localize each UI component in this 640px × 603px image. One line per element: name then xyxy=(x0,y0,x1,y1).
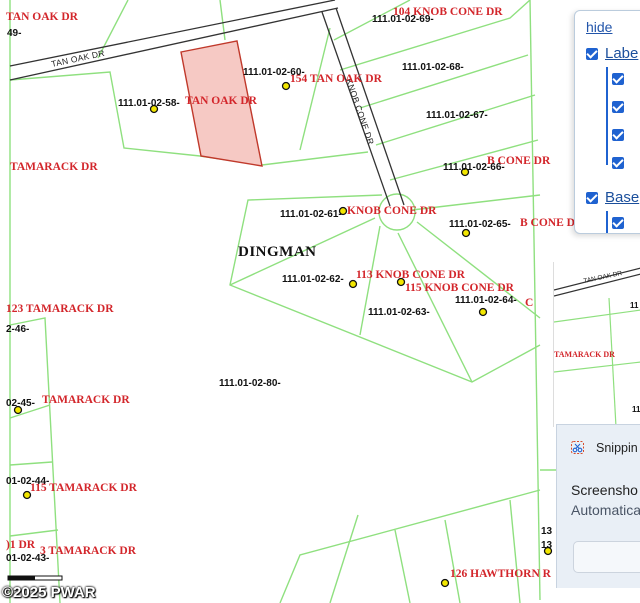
labels-layer-label[interactable]: Labe xyxy=(605,45,638,62)
address-label: 113 KNOB CONE DR xyxy=(356,269,466,281)
mini-map: TAN OAK DR TAMARACK DR 11 11 9- xyxy=(553,262,640,427)
hide-link[interactable]: hide xyxy=(586,19,612,35)
address-label: 115 KNOB CONE DR xyxy=(405,282,515,294)
base-sublayer-checkbox[interactable] xyxy=(612,217,624,229)
parcel-id-label: 13 xyxy=(541,540,553,551)
parcel-id-label: 111.01-02-60- xyxy=(243,67,305,78)
address-point xyxy=(348,279,358,289)
sublayer-checkbox[interactable] xyxy=(612,157,624,169)
parcel-id-label: 111.01-02-67- xyxy=(426,110,488,121)
address-point xyxy=(478,307,488,317)
layer-list-panel: hide Labe Base xyxy=(574,10,640,234)
address-label: 123 TAMARACK DR xyxy=(6,303,114,315)
mini-parcel-id: 11 xyxy=(630,301,639,310)
parcel-id-label: 01-02-44- xyxy=(6,476,49,487)
address-point xyxy=(281,81,291,91)
address-label: TAMARACK DR xyxy=(42,394,130,406)
parcel-id-label: 111.01-02-62- xyxy=(282,274,344,285)
parcel-id-label: 13 xyxy=(541,526,553,537)
address-point xyxy=(461,228,471,238)
sublayer-indicator xyxy=(606,211,608,233)
scale-bar xyxy=(7,575,63,581)
address-label: TAN OAK DR xyxy=(6,11,79,23)
parcel-id-label: 111.01-02-64- xyxy=(455,295,517,306)
parcel-id-label: 02-45- xyxy=(6,398,35,409)
township-label: DINGMAN xyxy=(238,244,317,260)
knob-cone-dr-road: KNOB CONE DR xyxy=(321,7,405,207)
address-label: TAN OAK DR xyxy=(185,95,258,107)
sublayer-checkbox[interactable] xyxy=(612,101,624,113)
parcel-id-label: 01-02-43- xyxy=(6,553,49,564)
address-point xyxy=(440,578,450,588)
mini-road-label: TAN OAK DR xyxy=(583,270,623,285)
address-labels: TAN OAK DR 104 KNOB CONE DR 154 TAN OAK … xyxy=(6,6,584,580)
sublayer-checkbox[interactable] xyxy=(612,129,624,141)
parcel-id-label: 111.01-02-58- xyxy=(118,98,180,109)
notification-subtitle: Automatica xyxy=(571,502,640,518)
scissors-icon xyxy=(571,441,584,454)
address-label: 3 TAMARACK DR xyxy=(40,545,137,557)
sublayer-checkbox[interactable] xyxy=(612,73,624,85)
sublayer-indicator xyxy=(606,67,608,165)
labels-layer-checkbox[interactable] xyxy=(586,48,598,60)
parcel-id-label: 111.01-02-63- xyxy=(368,307,430,318)
parcel-id-label: 49- xyxy=(7,28,21,39)
snipping-tool-notification[interactable]: Snippin Screensho Automatica xyxy=(556,424,640,588)
notification-title: Screensho xyxy=(571,482,638,498)
parcel-id-label: 111.01-02-61- xyxy=(280,209,342,220)
parcel-id-label: 111.01-02-68- xyxy=(402,62,464,73)
parcel-id-label: 111.01-02-66- xyxy=(443,162,505,173)
parcel-id-label: 2-46- xyxy=(6,324,29,335)
snipping-app-name: Snippin xyxy=(596,441,638,455)
address-label: C xyxy=(525,297,533,309)
base-layer-label[interactable]: Base xyxy=(605,189,639,206)
watermark: ©2025 PWAR xyxy=(2,584,96,601)
base-layer-checkbox[interactable] xyxy=(586,192,598,204)
parcel-map: TAN OAK DR KNOB CONE DR TAN OAK DR 104 K… xyxy=(6,0,584,603)
notification-button[interactable] xyxy=(573,541,640,573)
parcel-id-label: 111.01-02-69- xyxy=(372,14,434,25)
mini-address-label: TAMARACK DR xyxy=(554,350,615,359)
road-label-tan-oak: TAN OAK DR xyxy=(50,48,105,69)
address-label: KNOB CONE DR xyxy=(347,205,437,217)
address-label: TAMARACK DR xyxy=(10,161,98,173)
mini-parcel-id: 11 xyxy=(632,405,640,414)
parcel-id-label: 111.01-02-65- xyxy=(449,219,511,230)
parcel-id-label: 111.01-02-80- xyxy=(219,378,281,389)
address-label: )1 DR xyxy=(6,539,36,551)
address-label: 126 HAWTHORN R xyxy=(450,568,552,580)
